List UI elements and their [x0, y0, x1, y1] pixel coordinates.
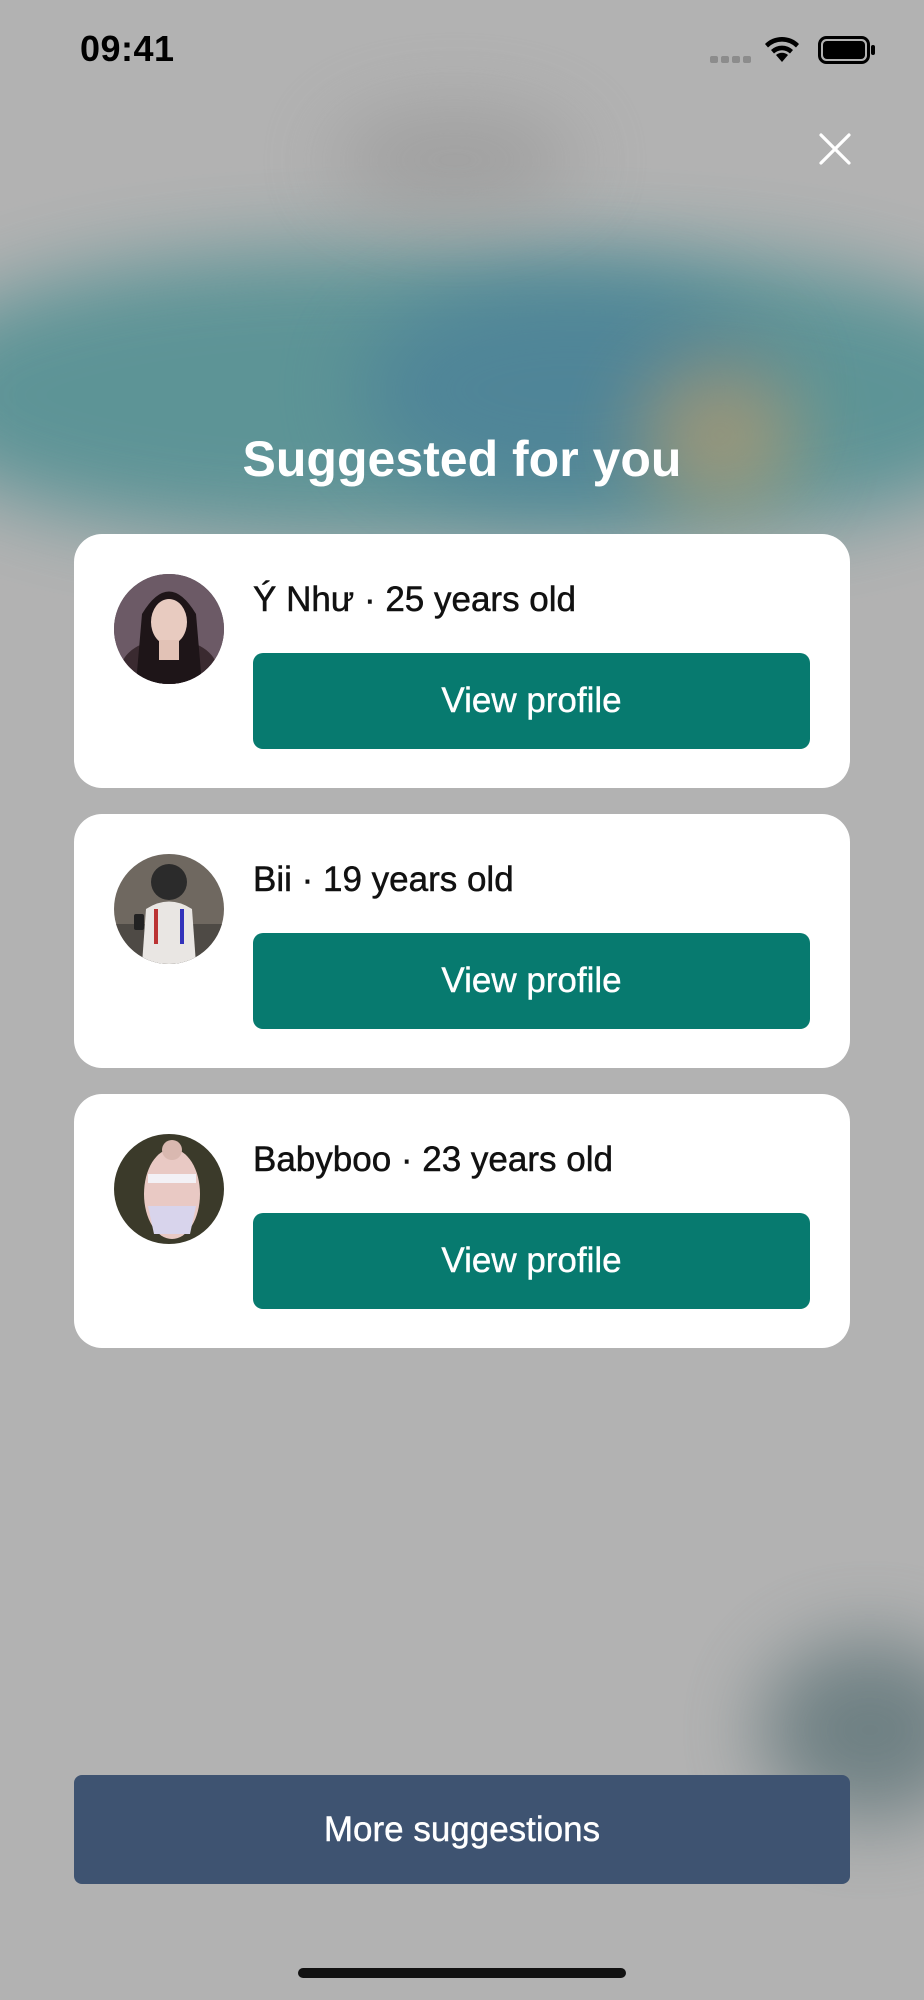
- avatar[interactable]: [114, 1134, 224, 1244]
- more-suggestions-button[interactable]: More suggestions: [74, 1775, 850, 1884]
- close-icon: [819, 133, 851, 165]
- view-profile-button[interactable]: View profile: [253, 933, 810, 1029]
- avatar[interactable]: [114, 574, 224, 684]
- suggestion-list: Ý Như · 25 years old View profile Bii · …: [74, 534, 850, 1374]
- home-indicator: [298, 1968, 626, 1978]
- battery-icon: [818, 36, 875, 64]
- wifi-icon: [765, 36, 799, 62]
- view-profile-button[interactable]: View profile: [253, 1213, 810, 1309]
- suggestion-card: Ý Như · 25 years old View profile: [74, 534, 850, 788]
- cellular-signal-icon: [710, 56, 751, 63]
- status-time: 09:41: [80, 28, 175, 69]
- suggestion-card: Babyboo · 23 years old View profile: [74, 1094, 850, 1348]
- profile-name-age: Bii · 19 years old: [253, 860, 514, 900]
- page-title: Suggested for you: [242, 431, 682, 487]
- avatar[interactable]: [114, 854, 224, 964]
- view-profile-button[interactable]: View profile: [253, 653, 810, 749]
- profile-name-age: Ý Như · 25 years old: [253, 580, 577, 620]
- suggestion-card: Bii · 19 years old View profile: [74, 814, 850, 1068]
- close-button[interactable]: [810, 124, 860, 174]
- profile-name-age: Babyboo · 23 years old: [253, 1140, 613, 1180]
- status-bar: 09:41: [0, 0, 924, 100]
